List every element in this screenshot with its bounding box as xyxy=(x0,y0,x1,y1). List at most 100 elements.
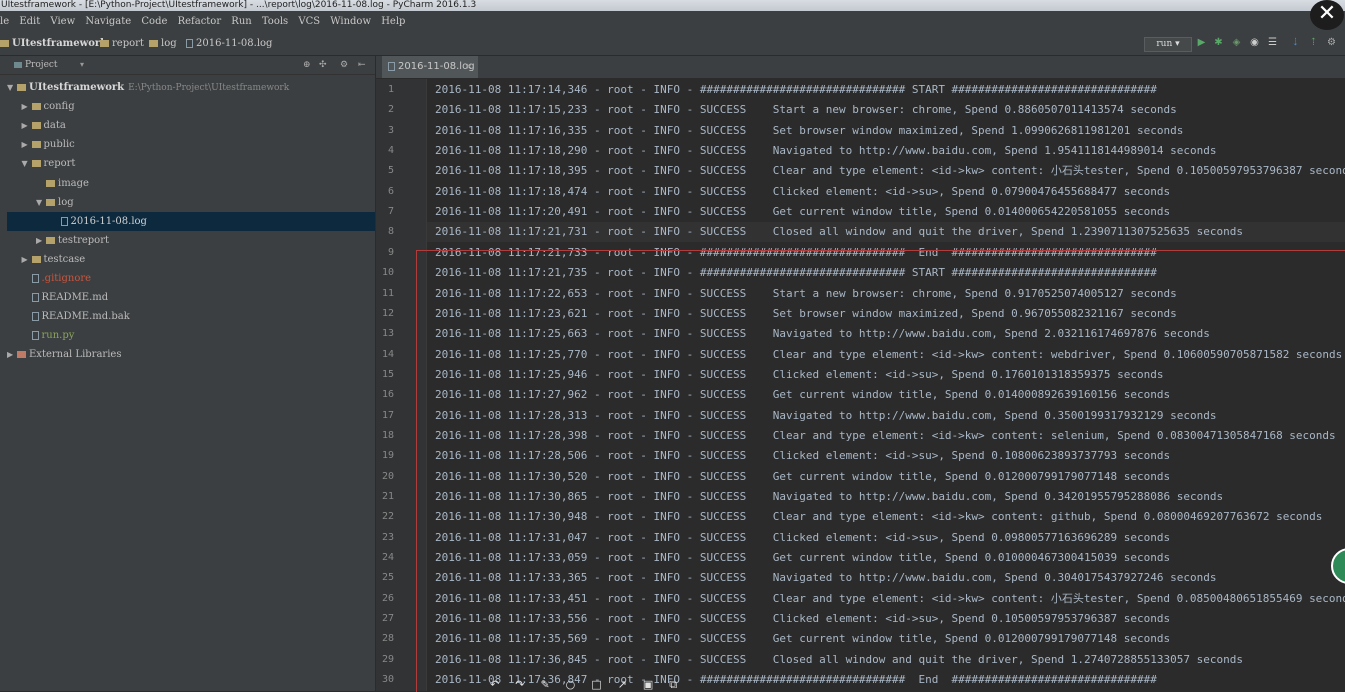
tree-item-label: public xyxy=(43,139,75,151)
project-view-selector[interactable]: Project xyxy=(14,56,58,74)
line-number: 9 xyxy=(387,246,394,258)
breadcrumb-project[interactable]: UItestframework xyxy=(0,32,107,55)
editor-tab-bar: 2016-11-08.log × xyxy=(376,56,1345,79)
folder-icon xyxy=(46,236,55,244)
arrow-icon[interactable]: ↗ xyxy=(618,678,627,691)
tree-item[interactable]: README.md xyxy=(7,288,375,307)
expanded-arrow-icon[interactable]: ▼ xyxy=(7,78,17,97)
run-icon[interactable]: ▶ xyxy=(1196,37,1207,48)
redo-icon[interactable]: ↷ xyxy=(515,678,524,691)
line-number: 6 xyxy=(387,185,394,197)
menu-vcs[interactable]: VCS xyxy=(298,16,320,27)
run-config-select[interactable]: run ▾ xyxy=(1144,37,1192,52)
menu-tools[interactable]: Tools xyxy=(262,16,288,27)
log-line: 2016-11-08 11:17:15,233 - root - INFO - … xyxy=(435,103,1177,117)
tree-item[interactable]: run.py xyxy=(7,326,375,345)
file-icon xyxy=(60,216,68,226)
tree-item[interactable]: ▼ report xyxy=(7,154,375,173)
file-icon xyxy=(31,293,39,303)
circle-icon[interactable]: ○ xyxy=(566,678,576,691)
expanded-arrow-icon[interactable]: ▼ xyxy=(36,193,46,212)
tree-item[interactable]: ▼ UItestframework E:\Python-Project\UItest… xyxy=(7,78,375,97)
menu-help[interactable]: Help xyxy=(381,16,405,27)
save-icon[interactable]: ▣ xyxy=(643,678,653,691)
line-number: 8 xyxy=(387,226,394,238)
collapsed-arrow-icon[interactable]: ▶ xyxy=(36,231,46,250)
line-number: 26 xyxy=(381,592,394,604)
vcs-commit-icon[interactable]: ⇡ xyxy=(1308,37,1319,48)
tree-item[interactable]: ▶ testreport xyxy=(7,231,375,250)
log-line: 2016-11-08 11:17:21,731 - root - INFO - … xyxy=(435,225,1243,239)
folder-icon xyxy=(31,160,41,168)
profile-icon[interactable]: ◉ xyxy=(1249,37,1260,48)
gear-icon[interactable]: ⚙ xyxy=(340,56,348,74)
tree-item[interactable]: ▶ config xyxy=(7,97,375,116)
line-number: 15 xyxy=(381,368,394,380)
line-number: 5 xyxy=(387,165,394,177)
tree-item[interactable]: .gitignore xyxy=(7,269,375,288)
file-icon xyxy=(31,274,39,283)
coverage-icon[interactable]: ◈ xyxy=(1231,37,1242,48)
tree-item[interactable]: ▶ testcase xyxy=(7,250,375,269)
line-number: 13 xyxy=(381,328,394,340)
menu-file[interactable]: le xyxy=(0,16,9,27)
line-number: 28 xyxy=(381,633,394,645)
hide-panel-icon[interactable]: ⇤ xyxy=(358,56,366,74)
tree-item[interactable]: 2016-11-08.log xyxy=(7,211,375,231)
build-icon[interactable]: ☰ xyxy=(1267,37,1278,48)
menu-code[interactable]: Code xyxy=(141,16,167,27)
tree-item[interactable]: ▶ data xyxy=(7,116,375,135)
file-icon xyxy=(388,62,395,71)
tree-item[interactable]: README.md.bak xyxy=(7,307,375,326)
tree-item[interactable]: ▶ External Libraries xyxy=(7,345,375,364)
collapse-icon[interactable]: ✣ xyxy=(319,56,327,74)
window-titlebar: UItestframework - [E:\Python-Project\UIt… xyxy=(0,0,1345,11)
breadcrumb-file[interactable]: 2016-11-08.log xyxy=(186,32,272,55)
vcs-update-icon[interactable]: ⇣ xyxy=(1290,37,1301,48)
rect-icon[interactable]: □ xyxy=(591,678,601,691)
tree-item[interactable]: ▼ log xyxy=(7,193,375,212)
tab-log-file[interactable]: 2016-11-08.log × xyxy=(382,56,478,78)
folder-icon xyxy=(17,84,26,91)
menu-view[interactable]: View xyxy=(50,16,75,27)
line-number: 21 xyxy=(381,491,394,502)
log-line: 2016-11-08 11:17:20,491 - root - INFO - … xyxy=(435,205,1171,219)
undo-icon[interactable]: ↶ xyxy=(490,678,499,691)
line-number: 4 xyxy=(387,145,394,157)
folder-icon xyxy=(46,179,55,187)
line-number: 18 xyxy=(381,429,394,441)
breadcrumb-report[interactable]: report xyxy=(100,32,144,55)
window-title: UItestframework - [E:\Python-Project\UIt… xyxy=(1,0,477,10)
log-line: 2016-11-08 11:17:16,335 - root - INFO - … xyxy=(435,123,1184,137)
close-tab-icon[interactable]: × xyxy=(465,56,473,78)
breadcrumb-log[interactable]: log xyxy=(149,32,177,55)
menu-run[interactable]: Run xyxy=(231,16,251,27)
close-icon[interactable]: ✕ xyxy=(1310,0,1344,30)
folder-icon xyxy=(31,122,41,130)
library-icon xyxy=(17,351,26,359)
copy-icon[interactable]: ⧉ xyxy=(669,678,677,691)
menu-window[interactable]: Window xyxy=(330,16,371,27)
line-number: 16 xyxy=(381,389,394,401)
menu-refactor[interactable]: Refactor xyxy=(178,16,222,27)
project-panel: Project ▾ ⊕ ✣ ⚙ ⇤ ▼ UItestframework E:\Pyt… xyxy=(0,56,376,691)
collapsed-arrow-icon[interactable]: ▶ xyxy=(7,345,17,364)
menu-edit[interactable]: Edit xyxy=(19,16,40,27)
navigation-bar: UItestframework report log 2016-11-08.lo… xyxy=(0,32,1345,56)
chevron-down-icon[interactable]: ▾ xyxy=(80,56,84,74)
collapsed-arrow-icon[interactable]: ▶ xyxy=(22,250,32,269)
settings-icon[interactable]: ⚙ xyxy=(1326,37,1337,48)
debug-icon[interactable]: ✱ xyxy=(1213,37,1224,48)
expanded-arrow-icon[interactable]: ▼ xyxy=(22,154,32,173)
collapsed-arrow-icon[interactable]: ▶ xyxy=(22,97,32,116)
line-number: 17 xyxy=(381,409,394,421)
tree-item[interactable]: image xyxy=(7,174,375,193)
folder-icon xyxy=(31,141,41,149)
pen-icon[interactable]: ✎ xyxy=(540,678,549,691)
collapsed-arrow-icon[interactable]: ▶ xyxy=(22,135,32,154)
log-line: 2016-11-08 11:17:14,346 - root - INFO - … xyxy=(435,83,1157,96)
menu-navigate[interactable]: Navigate xyxy=(85,16,131,27)
collapsed-arrow-icon[interactable]: ▶ xyxy=(22,116,32,135)
tree-item[interactable]: ▶ public xyxy=(7,135,375,154)
sync-icon[interactable]: ⊕ xyxy=(303,56,311,74)
